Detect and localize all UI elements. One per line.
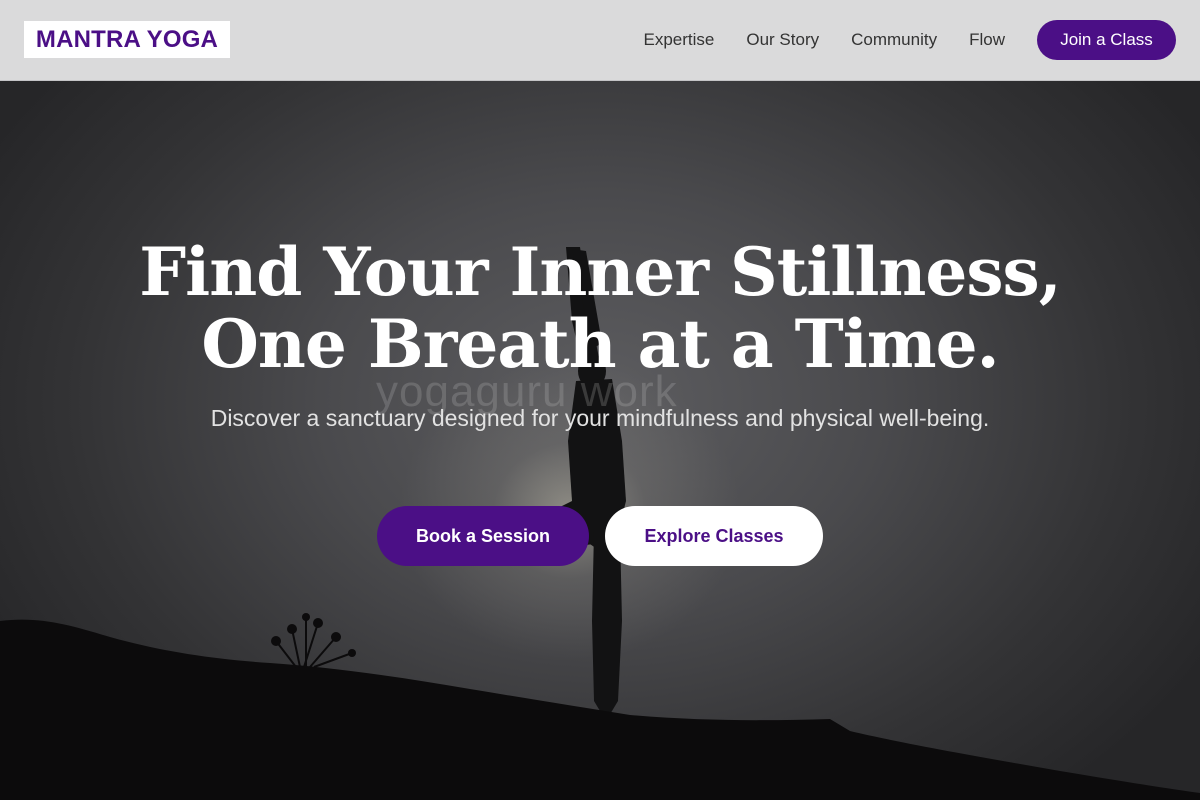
hero-headline: Find Your Inner Stillness, One Breath at…	[0, 236, 1200, 380]
headline-line-1: Find Your Inner Stillness,	[139, 233, 1061, 311]
hero-background-image	[0, 247, 1200, 800]
nav-link-our-story[interactable]: Our Story	[746, 30, 819, 50]
explore-classes-button[interactable]: Explore Classes	[605, 506, 823, 566]
site-header: MANTRA YOGA Expertise Our Story Communit…	[0, 0, 1200, 81]
hero-section: yogaguru work Find Your Inner Stillness,…	[0, 81, 1200, 800]
hero-subtext: Discover a sanctuary designed for your m…	[210, 405, 990, 431]
headline-line-2: One Breath at a Time.	[201, 305, 999, 383]
main-nav: Expertise Our Story Community Flow Join …	[644, 0, 1176, 80]
nav-link-community[interactable]: Community	[851, 30, 937, 50]
book-session-button[interactable]: Book a Session	[377, 506, 589, 566]
nav-link-flow[interactable]: Flow	[969, 30, 1005, 50]
nav-link-expertise[interactable]: Expertise	[644, 30, 715, 50]
logo[interactable]: MANTRA YOGA	[24, 21, 230, 58]
join-class-button[interactable]: Join a Class	[1037, 20, 1176, 60]
